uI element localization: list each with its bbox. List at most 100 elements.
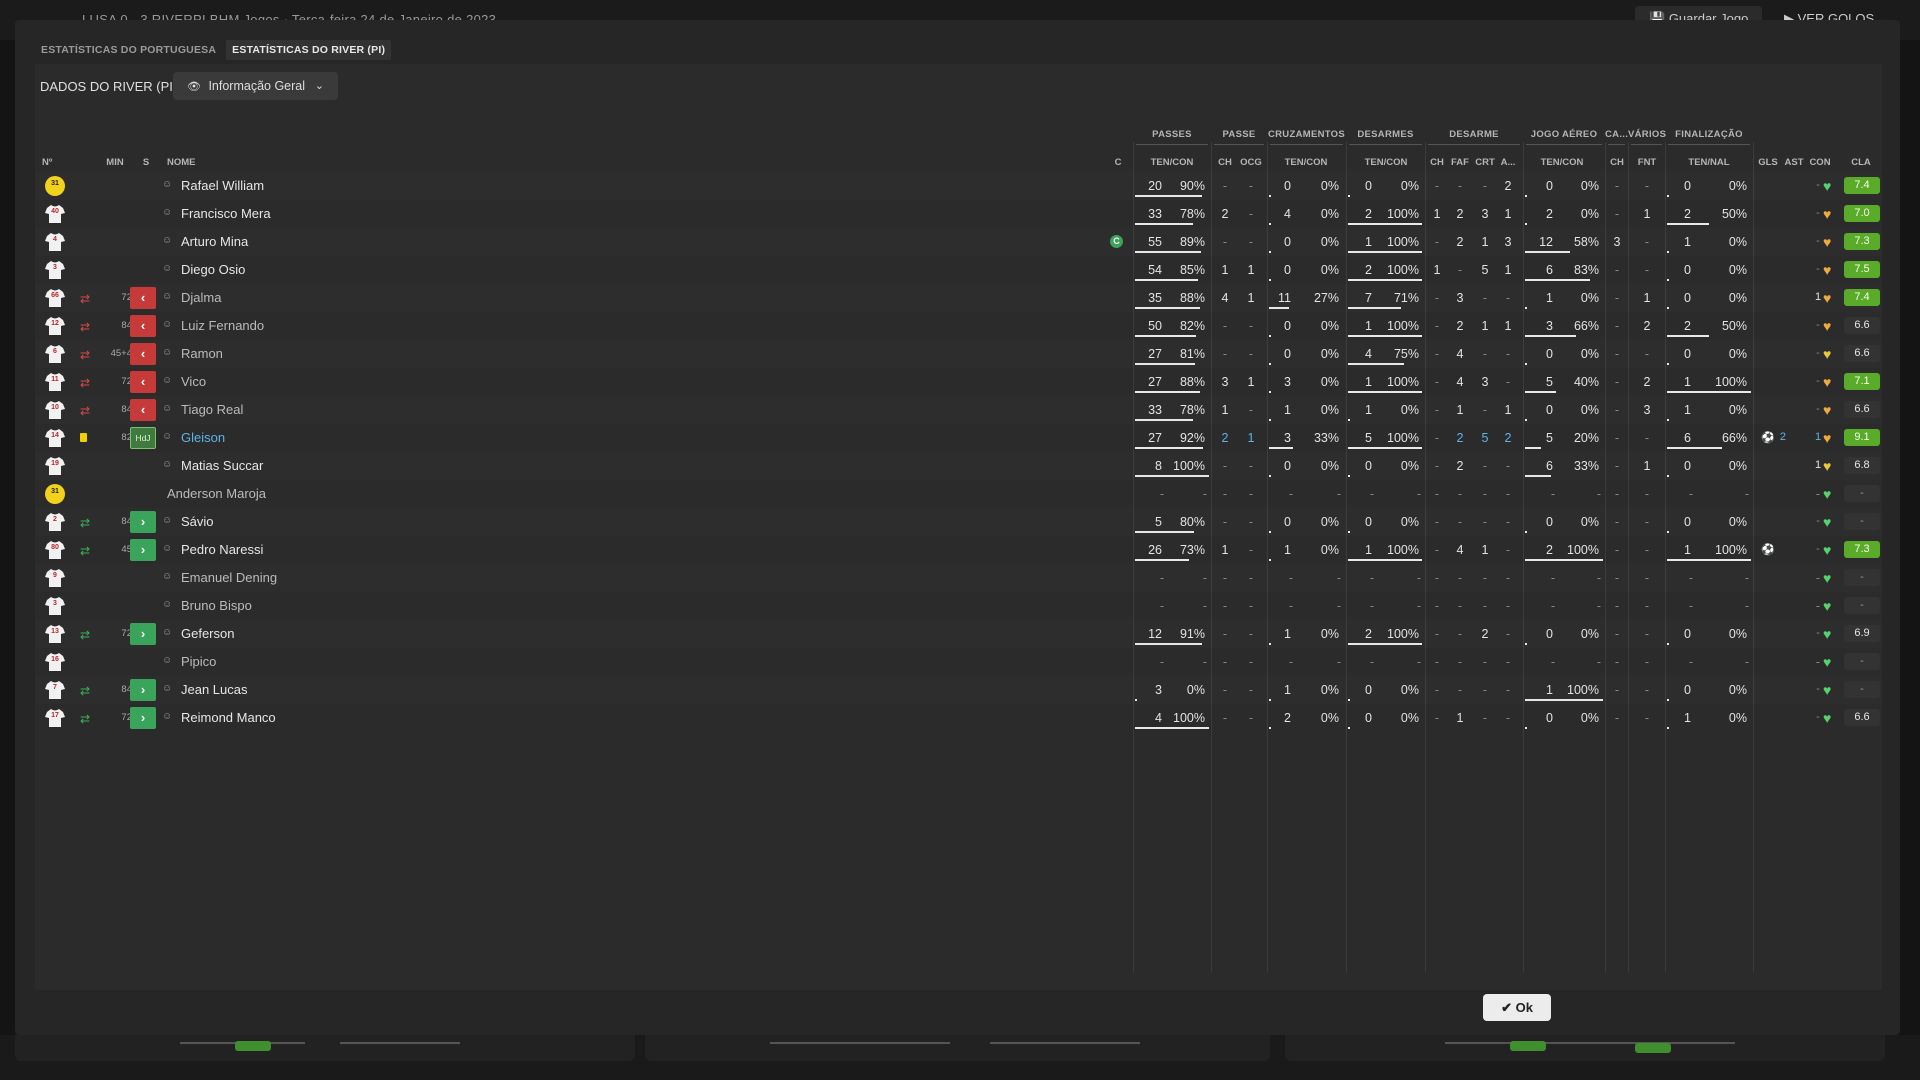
column-header-con[interactable]: CON: [1804, 157, 1836, 168]
stat-value: -: [1457, 571, 1463, 585]
shirt-icon: 66: [45, 288, 65, 308]
table-row[interactable]: 7 ⇄ 84 › ☺ Jean Lucas 3 0% - - 1 0% 0 0% - - - - 1 100% - - 0 0…: [35, 676, 1882, 704]
table-row[interactable]: 11 ⇄ 72 ‹ ☺ Vico 27 88% 3 1 3 0% 1 100% - 4 3 - 5 40% - 2 1 100…: [35, 368, 1882, 396]
table-row[interactable]: 6 ⇄ 45+4 ‹ ☺ Ramon 27 81% - -0 0% 4 75% -4- -0 0% - -0 0% -…: [35, 340, 1882, 368]
view-dropdown[interactable]: 👁 Informação Geral ⌄: [173, 72, 338, 100]
stat-value: -: [1614, 711, 1620, 725]
player-name[interactable]: Gleison: [181, 430, 225, 445]
player-name[interactable]: Diego Osio: [181, 262, 245, 277]
stat-value: -: [1434, 711, 1440, 725]
table-row[interactable]: 4 ☺ Arturo Mina C 55 89% - - 0 0% 1 100% - 2 1 3 12 58% 3 -…: [35, 228, 1882, 256]
player-name[interactable]: Arturo Mina: [181, 234, 248, 249]
person-icon: ☺: [162, 179, 173, 190]
player-name[interactable]: Francisco Mera: [181, 206, 271, 221]
player-name[interactable]: Pedro Naressi: [181, 542, 263, 557]
stat-value: 2: [1504, 431, 1512, 445]
condition-heart-icon: ♥: [1823, 710, 1832, 726]
table-row[interactable]: 3 ☺ Diego Osio 54 85% 1 1 0 0% 2 100% 1-5 1 6 83% - -0 0%…: [35, 256, 1882, 284]
tab-portuguesa[interactable]: ESTATÍSTICAS DO PORTUGUESA: [35, 40, 222, 60]
stat-value: 3: [1643, 403, 1651, 417]
column-header-s[interactable]: S: [141, 157, 151, 168]
stat-attempts: 0: [1284, 235, 1291, 249]
player-name[interactable]: Pipico: [181, 654, 216, 669]
column-header-cla[interactable]: CLA: [1843, 157, 1879, 168]
table-row[interactable]: 16 ☺ Pipico - - - - - - - - - - - - - - - - - - - ♥ -: [35, 648, 1882, 676]
player-name[interactable]: Bruno Bispo: [181, 598, 252, 613]
player-name[interactable]: Djalma: [181, 290, 221, 305]
table-row[interactable]: 9 ☺ Emanuel Dening - - - - - - - - - - - - - - - - - - - ♥ -: [35, 564, 1882, 592]
ok-button[interactable]: ✔ Ok: [1483, 994, 1551, 1021]
column-header-des-a[interactable]: A...: [1497, 157, 1519, 168]
success-rate-bar: [1525, 223, 1527, 225]
stat-value: 2: [1643, 319, 1651, 333]
column-header-passe-ch[interactable]: CH: [1215, 157, 1235, 168]
stat-percentage: 0%: [1580, 179, 1599, 193]
table-row[interactable]: 19 ☺ Matias Succar 8 100% - -0 0% 0 0% -2- -6 33% -1 0…: [35, 452, 1882, 480]
column-header-name[interactable]: NOME: [167, 157, 207, 168]
table-row[interactable]: 31 Anderson Maroja - - - - - - - - - - - - - - - - - - - ♥ -: [35, 480, 1882, 508]
player-name[interactable]: Vico: [181, 374, 206, 389]
tab-river[interactable]: ESTATÍSTICAS DO RIVER (PI): [226, 40, 392, 60]
column-header-des-crt[interactable]: CRT: [1473, 157, 1497, 168]
stat-value: -: [1482, 515, 1488, 529]
table-row[interactable]: 40 ☺ Francisco Mera 33 78% 2 - 4 0% 2 100% 1 2 3 1 2 0% -…: [35, 200, 1882, 228]
table-row[interactable]: 13 ⇄ 72 › ☺ Geferson 12 91% - - 1 0% 2 100% - - 2 - 0 0% - - 0…: [35, 620, 1882, 648]
table-row[interactable]: 66 ⇄ 72 ‹ ☺ Djalma 35 88% 4 1 11 27% 7 71% -3- -1 0% -1 0 0…: [35, 284, 1882, 312]
column-header-c[interactable]: C: [1113, 157, 1123, 168]
minutes-played: 45+4: [110, 348, 132, 359]
player-name[interactable]: Geferson: [181, 626, 234, 641]
player-name[interactable]: Luiz Fernando: [181, 318, 264, 333]
shirt-number: 80: [51, 544, 59, 551]
table-row[interactable]: 2 ⇄ 84 › ☺ Sávio 5 80% - -0 0% 0 0% - - - -0 0% - -0 0% - ♥ -: [35, 508, 1882, 536]
stat-value: -: [1614, 403, 1620, 417]
stat-percentage: 0%: [1400, 711, 1419, 725]
player-rating: 7.1: [1844, 373, 1880, 390]
column-header-des-ch[interactable]: CH: [1429, 157, 1445, 168]
shirt-number: 11: [51, 376, 59, 383]
stat-value: -: [1614, 571, 1620, 585]
column-header-min[interactable]: MIN: [103, 157, 127, 168]
player-rating: 6.6: [1844, 317, 1880, 334]
column-header-ca-ch[interactable]: CH: [1608, 157, 1626, 168]
stat-attempts: 5: [1546, 375, 1553, 389]
column-header-passes[interactable]: TEN/CON: [1139, 157, 1205, 168]
player-name[interactable]: Tiago Real: [181, 402, 243, 417]
table-row[interactable]: 80 ⇄ 45 › ☺ Pedro Naressi 26 73% 1 - 1 0% 1 100% - 4 1 - 2…: [35, 536, 1882, 564]
condition-heart-icon: ♥: [1823, 374, 1832, 390]
bottom-line: [770, 1042, 950, 1044]
column-header-passe-ocg[interactable]: OCG: [1237, 157, 1265, 168]
subbed-off-icon: ‹: [130, 399, 156, 421]
table-row[interactable]: 31 ☺ Rafael William 20 90% - -0 0% 0 0% - - -2 0 0% - -0…: [35, 172, 1882, 200]
player-name[interactable]: Jean Lucas: [181, 682, 248, 697]
player-name[interactable]: Matias Succar: [181, 458, 263, 473]
stat-empty: -: [1159, 599, 1165, 613]
table-row[interactable]: 10 ⇄ 84 ‹ ☺ Tiago Real 33 78% 1-1 0% 1 0% -1-1 0 0% -3 1…: [35, 396, 1882, 424]
column-header-cruz[interactable]: TEN/CON: [1273, 157, 1339, 168]
table-row[interactable]: 17 ⇄ 72 › ☺ Reimond Manco 4 100% - - 2 0% 0 0% - 1 - - 0 0%…: [35, 704, 1882, 732]
player-name[interactable]: Reimond Manco: [181, 710, 276, 725]
captain-badge: C: [1110, 235, 1123, 248]
column-header-gls[interactable]: GLS: [1755, 157, 1781, 168]
column-header-ast[interactable]: AST: [1783, 157, 1805, 168]
table-row[interactable]: 12 ⇄ 84 ‹ ☺ Luiz Fernando 50 82% - - 0 0% 1 100% - 2 1 1 3…: [35, 312, 1882, 340]
column-header-num[interactable]: Nº: [42, 157, 62, 168]
column-header-desarmes[interactable]: TEN/CON: [1353, 157, 1419, 168]
stat-percentage: 0%: [1400, 683, 1419, 697]
stat-value: -: [1614, 543, 1620, 557]
column-header-aereo[interactable]: TEN/CON: [1529, 157, 1595, 168]
stat-empty: -: [1688, 599, 1694, 613]
stat-value: 1: [1504, 403, 1512, 417]
column-header-fin[interactable]: TEN/NAL: [1673, 157, 1745, 168]
table-row[interactable]: 14 82 HdJ ☺ Gleison 27 92% 2 1 3 33% 5 100% - 2 5 2 5 20% -…: [35, 424, 1882, 452]
player-name[interactable]: Rafael William: [181, 178, 264, 193]
column-header-var-fnt[interactable]: FNT: [1633, 157, 1661, 168]
player-name[interactable]: Ramon: [181, 346, 223, 361]
column-header-des-faf[interactable]: FAF: [1448, 157, 1472, 168]
player-name[interactable]: Anderson Maroja: [167, 486, 266, 501]
player-name[interactable]: Emanuel Dening: [181, 570, 277, 585]
table-row[interactable]: 3 ☺ Bruno Bispo - - - - - - - - - - - - - - - - - - - ♥ -: [35, 592, 1882, 620]
condition-heart-icon: ♥: [1823, 626, 1832, 642]
stat-percentage: 92%: [1179, 431, 1205, 445]
stat-value: -: [1222, 627, 1228, 641]
player-name[interactable]: Sávio: [181, 514, 214, 529]
